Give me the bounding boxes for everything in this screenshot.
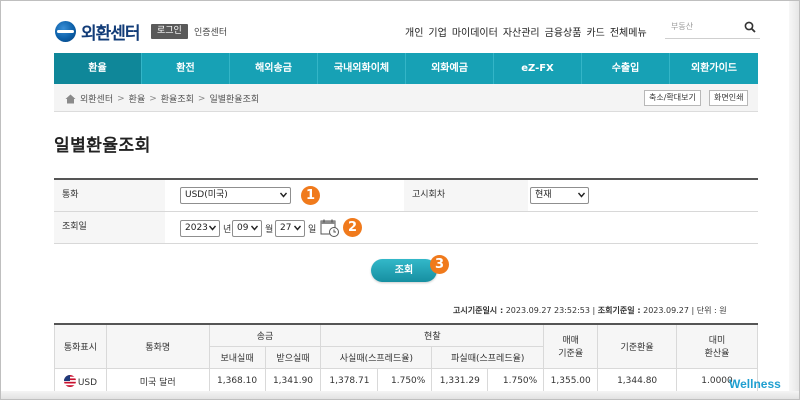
breadcrumb-item[interactable]: 외환센터 [80, 92, 113, 105]
month-select[interactable]: 09 [232, 220, 262, 237]
year-value: 2023 [185, 223, 208, 233]
chevron-down-icon [280, 192, 287, 198]
search-icon[interactable] [744, 21, 756, 33]
search-input[interactable]: 부동산 [665, 15, 760, 39]
top-menu: 개인 기업 마이데이터 자산관리 금융상품 카드 전체메뉴 [405, 24, 647, 39]
bank-logo-icon [55, 21, 76, 42]
main-nav: 환율 환전 해외송금 국내외화이체 외화예금 eZ-FX 수출입 외환가이드 [54, 53, 758, 84]
nav-import-export[interactable]: 수출입 [582, 53, 670, 84]
breadcrumb-bar: 외환센터 > 환율 > 환율조회 > 일별환율조회 축소/확대보기 화면인쇄 [54, 84, 758, 112]
nav-fx-guide[interactable]: 외환가이드 [670, 53, 758, 84]
header-remittance: 송금 [208, 324, 322, 347]
exchange-rate-table: 통화표시 통화명 송금 현찰 매매 기준율 기준환율 대미 환산율 보내실때 받… [54, 323, 758, 395]
header-usd-conversion-line1: 대미 [708, 336, 726, 347]
chevron-down-icon [578, 192, 585, 198]
breadcrumb-current: 일별환율조회 [209, 95, 260, 105]
header-trade-base: 매매 기준율 [543, 324, 599, 369]
breadcrumb-separator: > [117, 93, 125, 104]
top-menu-business[interactable]: 기업 [428, 24, 446, 39]
home-icon[interactable] [65, 94, 76, 104]
currency-select-value: USD(미국) [185, 190, 228, 200]
frame-shadow-right [789, 1, 799, 399]
cert-center-link[interactable]: 인증센터 [194, 25, 227, 38]
header-receive: 받으실때 [264, 346, 322, 369]
top-menu-products[interactable]: 금융상품 [545, 24, 582, 39]
unit-label: 단위 : 원 [696, 306, 727, 315]
nav-ez-fx[interactable]: eZ-FX [494, 53, 582, 84]
header-currency-code: 통화표시 [54, 324, 107, 369]
header-usd-conversion-line2: 환산율 [704, 349, 730, 360]
step-badge-3: 3 [430, 255, 449, 274]
nav-domestic-transfer[interactable]: 국내외화이체 [318, 53, 406, 84]
logo[interactable]: 외환센터 [55, 19, 141, 44]
logo-text: 외환센터 [81, 24, 141, 44]
query-date-label: 조회기준일 : [597, 306, 641, 315]
query-date-value: 2023.09.27 [643, 306, 689, 315]
login-button[interactable]: 로그인 [151, 24, 188, 39]
month-unit: 월 [265, 225, 274, 235]
notice-time-value: 2023.09.27 23:52:53 [505, 306, 590, 315]
top-menu-mydata[interactable]: 마이데이터 [452, 24, 498, 39]
page-title: 일별환율조회 [54, 136, 151, 156]
frame-shadow-bottom [1, 391, 799, 399]
header-trade-base-line1: 매매 [562, 336, 579, 347]
header-currency-name: 통화명 [105, 324, 210, 369]
nav-currency-exchange[interactable]: 환전 [142, 53, 230, 84]
header-cash-buy: 사실때(스프레드율) [320, 346, 433, 369]
header-send: 보내실때 [208, 346, 266, 369]
month-value: 09 [237, 223, 249, 233]
breadcrumb-separator: > [149, 93, 157, 104]
search-form: 통화 USD(미국) 1 고시회차 현재 조회일 2023 년 09 월 27 … [54, 178, 758, 244]
print-button[interactable]: 화면인쇄 [709, 90, 749, 106]
top-menu-asset[interactable]: 자산관리 [503, 24, 540, 39]
day-value: 27 [280, 223, 292, 233]
us-flag-icon [63, 374, 76, 387]
notice-round-label: 고시회차 [404, 180, 528, 211]
nav-overseas-remittance[interactable]: 해외송금 [230, 53, 318, 84]
currency-code: USD [77, 377, 98, 388]
header-base-rate: 기준환율 [597, 324, 678, 369]
chevron-down-icon [251, 225, 258, 231]
calendar-icon[interactable] [320, 218, 340, 238]
header-trade-base-line2: 기준율 [558, 349, 584, 360]
search-placeholder: 부동산 [671, 22, 694, 31]
step-badge-1: 1 [301, 186, 320, 205]
breadcrumb-separator: > [197, 93, 206, 104]
breadcrumb-item[interactable]: 환율조회 [161, 92, 194, 105]
form-row-currency: 통화 USD(미국) 1 고시회차 현재 [54, 180, 758, 212]
notice-round-select[interactable]: 현재 [530, 187, 589, 204]
top-menu-personal[interactable]: 개인 [405, 24, 423, 39]
nav-foreign-deposit[interactable]: 외화예금 [406, 53, 494, 84]
day-select[interactable]: 27 [275, 220, 305, 237]
table-header-row: 통화표시 통화명 송금 현찰 매매 기준율 기준환율 대미 환산율 [54, 324, 758, 369]
day-unit: 일 [308, 225, 317, 235]
breadcrumb: 외환센터 > 환율 > 환율조회 > 일별환율조회 [65, 92, 259, 105]
breadcrumb-item[interactable]: 환율 [129, 92, 146, 105]
currency-label: 통화 [54, 180, 165, 211]
search-button[interactable]: 조회 [371, 259, 437, 282]
watermark: Wellness [729, 377, 781, 391]
header-cash: 현찰 [320, 324, 545, 347]
notice-time-label: 고시기준일시 : [453, 306, 504, 315]
form-row-date: 조회일 2023 년 09 월 27 일 2 [54, 212, 758, 244]
top-menu-card[interactable]: 카드 [586, 24, 604, 39]
zoom-button[interactable]: 축소/확대보기 [644, 90, 701, 106]
notice-round-value: 현재 [535, 190, 552, 200]
step-badge-2: 2 [343, 218, 362, 237]
header-usd-conversion: 대미 환산율 [676, 324, 758, 369]
top-menu-all[interactable]: 전체메뉴 [610, 24, 647, 39]
date-label: 조회일 [54, 212, 165, 243]
chevron-down-icon [294, 225, 301, 231]
rate-info-line: 고시기준일시 : 2023.09.27 23:52:53 | 조회기준일 : 2… [453, 305, 727, 316]
chevron-down-icon [209, 225, 216, 231]
year-unit: 년 [223, 225, 232, 235]
browser-frame: 외환센터 로그인 인증센터 개인 기업 마이데이터 자산관리 금융상품 카드 전… [0, 0, 800, 400]
year-select[interactable]: 2023 [180, 220, 220, 237]
nav-exchange-rate[interactable]: 환율 [54, 53, 142, 84]
header-cash-sell: 파실때(스프레드율) [431, 346, 545, 369]
currency-select[interactable]: USD(미국) [180, 187, 291, 204]
